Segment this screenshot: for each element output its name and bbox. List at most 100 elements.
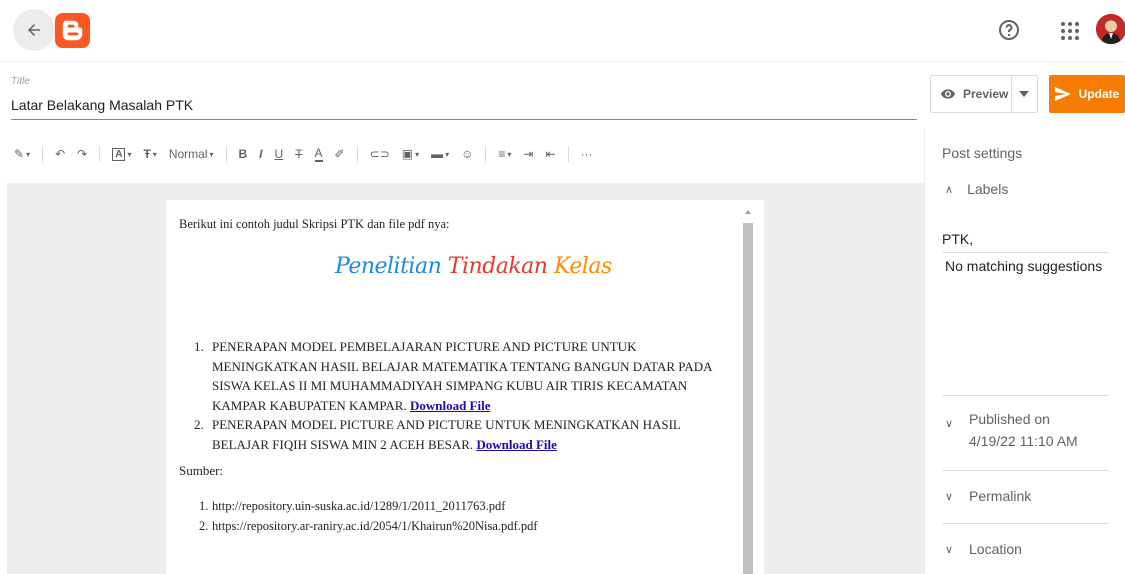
link-icon: ⊂⊃	[369, 147, 390, 161]
text-size-icon: Ŧ	[143, 147, 151, 161]
preview-button[interactable]: Preview	[931, 76, 1012, 112]
list-item: 2. PENERAPAN MODEL PICTURE AND PICTURE U…	[194, 417, 681, 452]
permalink-section-toggle[interactable]: ∨ Permalink	[945, 488, 1031, 504]
compose-mode-button[interactable]: ✎ ▾	[14, 142, 30, 166]
source-url: https://repository.ar-raniry.ac.id/2054/…	[212, 519, 538, 533]
toolbar-divider	[356, 146, 358, 162]
post-settings-sidebar: Post settings ∧ Labels PTK, No matching …	[924, 128, 1125, 574]
title-label: Title	[11, 76, 30, 87]
list-item: 1. http://repository.uin-suska.ac.id/128…	[199, 499, 506, 513]
apps-grid-icon[interactable]	[1059, 20, 1081, 42]
indent-icon: ⇥	[523, 147, 534, 161]
toolbar-divider	[99, 146, 101, 162]
scroll-up-arrow-icon[interactable]	[745, 210, 751, 214]
redo-button[interactable]: ↷	[77, 142, 87, 166]
toolbar-divider	[485, 146, 487, 162]
chevron-down-icon: ∨	[945, 418, 954, 430]
published-value: 4/19/22 11:10 AM	[969, 433, 1078, 449]
strikethrough-icon: T	[295, 147, 303, 161]
video-icon: ▬	[431, 147, 444, 161]
caret-down-icon: ▾	[507, 149, 512, 159]
post-body[interactable]: Berikut ini contoh judul Skripsi PTK dan…	[166, 200, 764, 574]
image-icon: ▣	[401, 147, 414, 161]
caret-down-icon: ▾	[127, 149, 132, 159]
scroll-thumb[interactable]	[743, 223, 753, 574]
bold-icon: B	[238, 147, 248, 161]
sources-label: Sumber:	[179, 463, 224, 478]
permalink-label: Permalink	[969, 488, 1032, 504]
align-button[interactable]: ≡ ▾	[498, 142, 511, 166]
editor-scrollbar[interactable]	[741, 205, 755, 574]
post-settings-title: Post settings	[942, 145, 1023, 161]
source-url: http://repository.uin-suska.ac.id/1289/1…	[212, 499, 506, 513]
ptk-logo-image: Penelitian Tindakan Kelas	[335, 254, 612, 279]
top-bar	[0, 0, 1125, 62]
divider	[942, 395, 1109, 396]
send-icon	[1054, 87, 1071, 101]
published-section-toggle[interactable]: ∨ Published on 4/19/22 11:10 AM	[945, 411, 1078, 449]
outdent-button[interactable]: ⇤	[545, 142, 555, 166]
toolbar-divider	[225, 146, 227, 162]
chevron-down-icon: ∨	[945, 544, 954, 556]
user-avatar[interactable]	[1096, 14, 1125, 44]
redo-icon: ↷	[77, 147, 88, 161]
blogger-logo[interactable]	[55, 13, 90, 48]
caret-down-icon: ▾	[445, 149, 450, 159]
more-options-button[interactable]: ···	[581, 142, 593, 166]
undo-button[interactable]: ↶	[55, 142, 65, 166]
caret-down-icon: ▾	[415, 149, 420, 159]
italic-button[interactable]: I	[259, 142, 262, 166]
toolbar-divider	[567, 146, 569, 162]
more-horizontal-icon: ···	[580, 147, 593, 161]
published-label: Published on	[969, 411, 1050, 427]
chevron-up-icon: ∧	[945, 183, 954, 196]
highlighter-icon: ✐	[334, 147, 345, 161]
pencil-icon: ✎	[14, 147, 25, 161]
download-link[interactable]: Download File	[410, 398, 491, 413]
sources-list: 1. http://repository.uin-suska.ac.id/128…	[199, 496, 537, 536]
preview-dropdown-button[interactable]	[1012, 76, 1037, 112]
emoji-button[interactable]: ☺	[461, 142, 473, 166]
link-button[interactable]: ⊂⊃	[370, 142, 390, 166]
editor-toolbar: ✎ ▾ ↶ ↷ A ▾ Ŧ ▾ Normal ▾ B I U T A ✐ ⊂⊃ ▣ ▾ ▬…	[0, 132, 924, 176]
font-size-button[interactable]: Ŧ ▾	[143, 142, 156, 166]
list-item: 1. PENERAPAN MODEL PEMBELAJARAN PICTURE …	[194, 339, 712, 413]
divider	[942, 470, 1109, 471]
image-button[interactable]: ▣ ▾	[402, 142, 419, 166]
video-button[interactable]: ▬ ▾	[431, 142, 449, 166]
caret-down-icon	[1019, 91, 1030, 97]
help-circle-icon[interactable]	[997, 18, 1021, 42]
download-link[interactable]: Download File	[476, 437, 557, 452]
text-color-button[interactable]: A	[314, 142, 323, 166]
underline-icon: U	[274, 147, 284, 161]
labels-input[interactable]: PTK,	[942, 231, 1109, 253]
bold-button[interactable]: B	[239, 142, 248, 166]
back-button[interactable]	[13, 9, 55, 51]
title-field-container: Title	[11, 68, 917, 120]
title-input[interactable]	[11, 97, 901, 113]
labels-suggestions: No matching suggestions	[945, 258, 1103, 274]
highlight-button[interactable]: ✐	[335, 142, 345, 166]
location-section-toggle[interactable]: ∨ Location	[945, 541, 1022, 557]
caret-down-icon: ▾	[26, 149, 31, 159]
caret-down-icon: ▾	[152, 149, 157, 159]
intro-paragraph: Berikut ini contoh judul Skripsi PTK dan…	[179, 217, 450, 231]
paragraph-style-select[interactable]: Normal ▾	[169, 142, 214, 166]
update-button[interactable]: Update	[1049, 75, 1125, 113]
underline-button[interactable]: U	[275, 142, 284, 166]
update-label: Update	[1078, 87, 1120, 101]
strikethrough-button[interactable]: T	[295, 142, 302, 166]
labels-section-toggle[interactable]: ∧ Labels	[945, 181, 1008, 197]
undo-icon: ↶	[55, 147, 66, 161]
preview-button-group: Preview	[930, 75, 1038, 113]
font-icon: A	[112, 147, 126, 161]
location-label: Location	[969, 541, 1022, 557]
font-button[interactable]: A ▾	[112, 142, 131, 166]
arrow-left-icon	[28, 24, 40, 36]
indent-button[interactable]: ⇥	[523, 142, 533, 166]
text-color-icon: A	[314, 146, 323, 162]
paragraph-style-label: Normal	[168, 147, 208, 161]
caret-down-icon: ▾	[209, 149, 214, 159]
italic-icon: I	[259, 147, 263, 161]
emoji-icon: ☺	[461, 147, 474, 161]
